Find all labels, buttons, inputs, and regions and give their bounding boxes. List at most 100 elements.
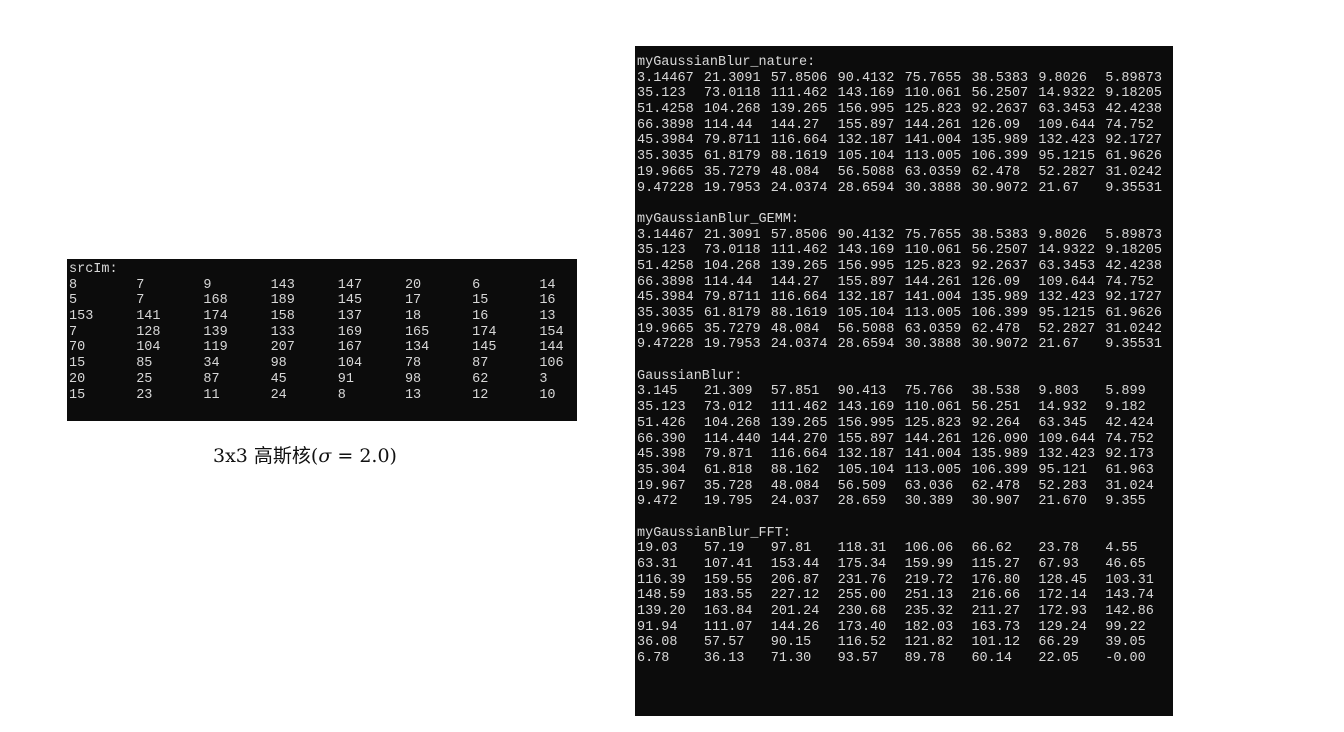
matrix-row: 35.3035 61.8179 88.1619 105.104 113.005 106.3…: [637, 306, 1173, 322]
matrix-row: 66.3898 114.44 144.27 155.897 144.261 126.09 1…: [637, 275, 1173, 291]
block-header: myGaussianBlur_GEMM:: [637, 211, 800, 227]
matrix-cell: 143.169: [837, 86, 895, 102]
matrix-cell: 144.270: [770, 431, 828, 447]
matrix-cell: 48.084: [770, 321, 820, 337]
matrix-cell: 35.7279: [703, 164, 761, 180]
matrix-cell: 73.0118: [703, 86, 761, 102]
matrix-cell: 5.899: [1105, 384, 1146, 400]
matrix-cell: 135.989: [971, 133, 1029, 149]
matrix-cell: 38.5383: [971, 70, 1029, 86]
matrix-cell: 56.509: [837, 478, 887, 494]
matrix-cell: 14: [539, 277, 556, 293]
matrix-cell: 110.061: [904, 243, 962, 259]
matrix-cell: 158: [270, 309, 295, 325]
matrix-row: 51.4258 104.268 139.265 156.995 125.823 92.26…: [637, 102, 1173, 118]
matrix-cell: 73.012: [703, 400, 753, 416]
matrix-cell: 22.05: [1038, 651, 1079, 667]
caption-prefix: 3x3 高斯核(: [213, 445, 319, 467]
matrix-cell: 61.963: [1105, 462, 1154, 478]
matrix-cell: 109.644: [1038, 117, 1096, 133]
matrix-cell: 90.4132: [837, 70, 895, 86]
matrix-cell: 126.090: [971, 431, 1029, 447]
matrix-cell: 116.664: [770, 447, 828, 463]
matrix-cell: 109.644: [1038, 274, 1096, 290]
matrix-cell: 61.9626: [1105, 149, 1162, 165]
matrix-row: 45.3984 79.8711 116.664 132.187 141.004 135.9…: [637, 133, 1173, 149]
matrix-row: 3.145 21.309 57.851 90.413 75.766 38.538 9.803…: [637, 384, 1173, 400]
matrix-cell: 35.123: [637, 243, 686, 259]
matrix-cell: 113.005: [904, 306, 962, 321]
matrix-cell: 116.664: [770, 290, 828, 306]
matrix-cell: 104: [136, 340, 161, 356]
matrix-cell: 51.4258: [637, 258, 694, 274]
matrix-row: 51.426 104.268 139.265 156.995 125.823 92.264…: [637, 416, 1173, 432]
matrix-cell: 116.52: [837, 635, 887, 651]
matrix-cell: 110.061: [904, 400, 962, 416]
matrix-cell: 106.06: [904, 541, 954, 557]
matrix-cell: 19.9665: [637, 321, 694, 337]
matrix-cell: 173.40: [837, 619, 887, 635]
matrix-cell: 139.265: [770, 415, 828, 431]
matrix-cell: 95.1215: [1038, 306, 1096, 321]
matrix-cell: 172.14: [1038, 588, 1087, 604]
matrix-row: 9.472 19.795 24.037 28.659 30.389 30.907 21.67…: [637, 494, 1173, 510]
matrix-cell: 9: [203, 277, 212, 293]
matrix-cell: 105.104: [837, 306, 895, 321]
matrix-cell: 143: [270, 277, 295, 293]
matrix-cell: 5: [69, 293, 78, 309]
matrix-cell: 15: [69, 387, 86, 403]
matrix-cell: 66.3898: [637, 274, 694, 290]
matrix-cell: 28.6594: [837, 180, 895, 196]
matrix-row: 36.08 57.57 90.15 116.52 121.82 101.12 66.29 39…: [637, 635, 1173, 651]
matrix-cell: 139: [203, 324, 228, 340]
matrix-cell: 30.9072: [971, 337, 1029, 353]
matrix-cell: 111.462: [770, 400, 828, 416]
matrix-cell: 172.93: [1038, 604, 1087, 620]
matrix-row: 51.4258 104.268 139.265 156.995 125.823 92.26…: [637, 259, 1173, 275]
matrix-cell: 9.35531: [1105, 337, 1162, 353]
matrix-cell: 144.261: [904, 431, 962, 447]
matrix-cell: 227.12: [770, 588, 820, 604]
matrix-cell: 67.93: [1038, 557, 1079, 572]
matrix-row: 148.59 183.55 227.12 255.00 251.13 216.66 172.…: [637, 588, 1173, 604]
matrix-cell: 132.423: [1038, 447, 1096, 463]
matrix-cell: 14.932: [1038, 400, 1087, 416]
matrix-row: 116.39 159.55 206.87 231.76 219.72 176.80 128.…: [637, 573, 1173, 589]
matrix-cell: 52.283: [1038, 478, 1087, 494]
matrix-row: 35.3035 61.8179 88.1619 105.104 113.005 106.3…: [637, 149, 1173, 165]
matrix-cell: 156.995: [837, 102, 895, 118]
matrix-cell: 62.478: [971, 321, 1021, 337]
matrix-cell: 92.264: [971, 415, 1021, 431]
block-header: GaussianBlur:: [637, 368, 743, 384]
matrix-cell: 9.8026: [1038, 227, 1087, 243]
matrix-cell: 75.7655: [904, 227, 962, 243]
matrix-cell: 167: [337, 340, 363, 356]
matrix-cell: 90.15: [770, 635, 812, 651]
matrix-cell: 61.818: [703, 462, 753, 478]
matrix-cell: 10: [539, 387, 556, 403]
matrix-cell: 57.8506: [770, 227, 828, 243]
matrix-cell: 110.061: [904, 86, 962, 102]
matrix-row: 91.94 111.07 144.26 173.40 182.03 163.73 129.2…: [637, 620, 1173, 636]
matrix-cell: 16: [472, 309, 489, 325]
matrix-cell: 74.752: [1105, 274, 1154, 290]
matrix-cell: 31.0242: [1105, 321, 1162, 337]
matrix-cell: 7: [69, 324, 78, 340]
matrix-cell: 141.004: [904, 133, 962, 149]
matrix-cell: 106.399: [971, 149, 1029, 165]
matrix-cell: 92.1727: [1105, 290, 1162, 306]
matrix-cell: 153: [69, 309, 94, 325]
matrix-cell: 9.35531: [1105, 180, 1162, 196]
matrix-cell: 15: [69, 356, 86, 372]
matrix-cell: 35.728: [703, 478, 753, 494]
matrix-cell: 88.162: [770, 462, 820, 478]
caption-suffix: = 2.0): [331, 445, 397, 467]
matrix-cell: 61.9626: [1105, 306, 1162, 321]
matrix-cell: 97.81: [770, 541, 812, 557]
matrix-cell: 36.08: [637, 635, 678, 651]
matrix-cell: 206.87: [770, 572, 820, 588]
matrix-cell: 106.399: [971, 462, 1029, 478]
matrix-cell: 24.0374: [770, 180, 828, 196]
matrix-cell: 19.795: [703, 494, 753, 510]
